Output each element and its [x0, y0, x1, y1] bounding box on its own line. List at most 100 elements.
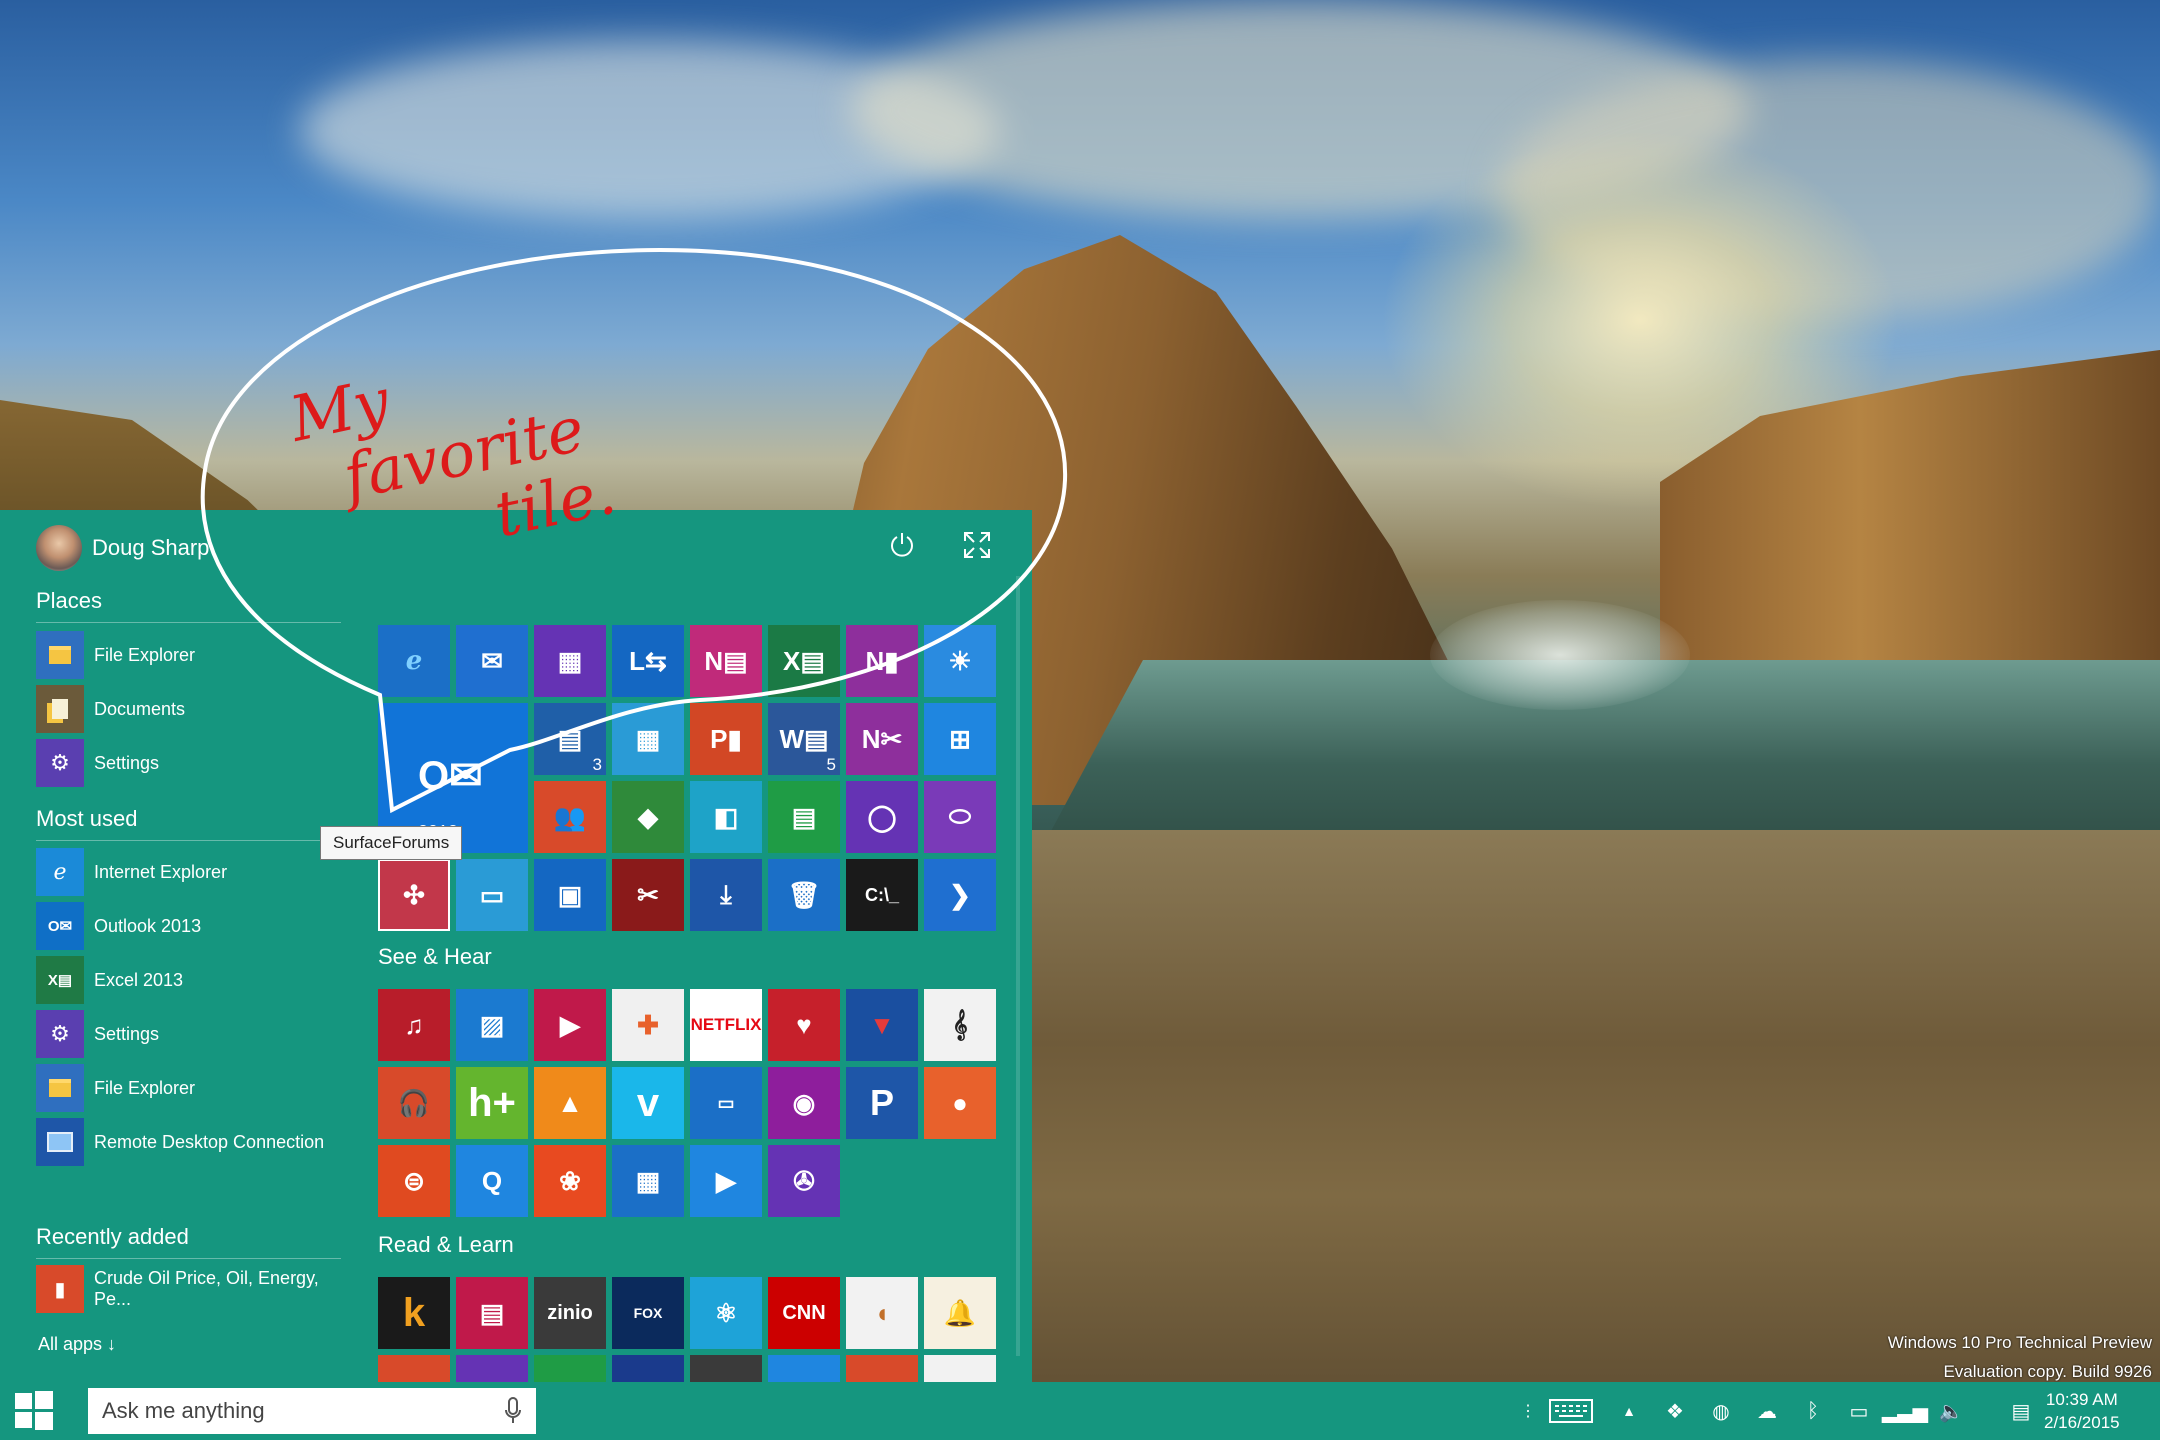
tile-spinner[interactable]: ⊜	[378, 1145, 450, 1217]
tile-onenote-clip[interactable]: N✂	[846, 703, 918, 775]
most-used-item-settings[interactable]: ⚙ Settings	[36, 1007, 346, 1061]
tile-paint[interactable]: ◧	[690, 781, 762, 853]
tile-lync[interactable]: L⇆	[612, 625, 684, 697]
touch-keyboard-button[interactable]	[1536, 1382, 1606, 1440]
places-item-documents[interactable]: Documents	[36, 682, 346, 736]
search-input[interactable]	[100, 1397, 484, 1425]
tile-news[interactable]: ▤	[456, 1277, 528, 1349]
start-menu-scrollbar[interactable]	[1016, 576, 1020, 1356]
tile-quicktime[interactable]: Q	[456, 1145, 528, 1217]
tile-plex[interactable]: P	[846, 1067, 918, 1139]
tile-maps[interactable]: ◆	[612, 781, 684, 853]
tile-word[interactable]: W▤ 5	[768, 703, 840, 775]
tile-command-prompt[interactable]: C:\_	[846, 859, 918, 931]
tile-row-tile[interactable]	[690, 1355, 762, 1382]
tile-recycle-bin[interactable]: 🗑	[768, 859, 840, 931]
places-item-file-explorer[interactable]: File Explorer	[36, 628, 346, 682]
tile-camera[interactable]: ◉	[768, 1067, 840, 1139]
all-apps-button[interactable]: All apps ↓	[38, 1334, 116, 1355]
tile-zinio[interactable]: zinio	[534, 1277, 606, 1349]
tray-app-cloud-sync[interactable]: ☁	[1744, 1382, 1790, 1440]
tile-tunein[interactable]: ✚	[612, 989, 684, 1061]
tile-row-tile[interactable]	[768, 1355, 840, 1382]
tile-hplus[interactable]: h+	[456, 1067, 528, 1139]
tile-row-tile[interactable]	[612, 1355, 684, 1382]
tile-popcorn[interactable]: ▼	[846, 989, 918, 1061]
list-item-label: Crude Oil Price, Oil, Energy, Pe...	[94, 1268, 319, 1309]
action-center-button[interactable]: ▤	[1998, 1382, 2044, 1440]
clock[interactable]: 10:39 AM 2/16/2015	[2044, 1388, 2120, 1434]
tile-cortana[interactable]: ◯	[846, 781, 918, 853]
tile-people[interactable]: 👥	[534, 781, 606, 853]
places-item-settings[interactable]: ⚙ Settings	[36, 736, 346, 790]
tile-remote-desktop[interactable]: ▣	[534, 859, 606, 931]
tile-row-tile[interactable]	[924, 1355, 996, 1382]
tile-film-reel[interactable]: ✇	[768, 1145, 840, 1217]
most-used-item-excel[interactable]: X▤ Excel 2013	[36, 953, 346, 1007]
tile-row-tile[interactable]	[534, 1355, 606, 1382]
tile-paw[interactable]: ❀	[534, 1145, 606, 1217]
tile-onenote[interactable]: N▤	[690, 625, 762, 697]
power-button[interactable]	[885, 528, 919, 562]
tile-vimeo[interactable]: v	[612, 1067, 684, 1139]
most-used-item-file-explorer[interactable]: File Explorer	[36, 1061, 346, 1115]
recently-added-list: ▮ Crude Oil Price, Oil, Energy, Pe...	[36, 1262, 346, 1316]
tile-surface-forums[interactable]: ✣	[378, 859, 450, 931]
tray-bluetooth[interactable]: ᛒ	[1790, 1382, 1836, 1440]
tile-vinyl[interactable]: ●	[924, 1067, 996, 1139]
tile-onenote-2[interactable]: N▮	[846, 625, 918, 697]
tile-oval[interactable]: ⬭	[924, 781, 996, 853]
tile-vlc[interactable]: ▲	[534, 1067, 606, 1139]
start-button[interactable]	[0, 1382, 68, 1440]
tile-liberty-bell[interactable]: 🔔	[924, 1277, 996, 1349]
tile-video-player[interactable]: ▶	[690, 1145, 762, 1217]
tile-powerpoint[interactable]: P▮	[690, 703, 762, 775]
tile-downloads[interactable]: ⤓	[690, 859, 762, 931]
tile-row-tile[interactable]	[846, 1355, 918, 1382]
expand-start-button[interactable]	[960, 528, 994, 562]
tray-app-dropbox[interactable]: ❖	[1652, 1382, 1698, 1440]
q-icon: Q	[481, 1165, 503, 1196]
tile-cnn[interactable]: CNN	[768, 1277, 840, 1349]
tile-windows[interactable]: ⊞	[924, 703, 996, 775]
calendar-icon: ▦	[557, 645, 583, 676]
tile-snipping-tool[interactable]: ✂	[612, 859, 684, 931]
tile-bread[interactable]: ◖	[846, 1277, 918, 1349]
tile-headphones[interactable]: 🎧	[378, 1067, 450, 1139]
tile-documents[interactable]: ▤	[768, 781, 840, 853]
tile-powershell[interactable]: ❯	[924, 859, 996, 931]
tile-atom[interactable]: ⚛	[690, 1277, 762, 1349]
recently-added-item[interactable]: ▮ Crude Oil Price, Oil, Energy, Pe...	[36, 1262, 346, 1316]
microphone-icon[interactable]	[504, 1397, 522, 1425]
tile-music[interactable]: ♫	[378, 989, 450, 1061]
tile-weather[interactable]: ☀	[924, 625, 996, 697]
most-used-item-internet-explorer[interactable]: e Internet Explorer	[36, 845, 346, 899]
tray-battery[interactable]: ▭	[1836, 1382, 1882, 1440]
tile-sheet-music[interactable]: 𝄞	[924, 989, 996, 1061]
terminal-icon: C:\_	[864, 884, 899, 905]
tile-video[interactable]: ▶	[534, 989, 606, 1061]
tile-excel[interactable]: X▤	[768, 625, 840, 697]
excel-icon: X▤	[36, 956, 84, 1004]
most-used-item-outlook[interactable]: O✉ Outlook 2013	[36, 899, 346, 953]
tray-app-globe[interactable]: ◍	[1698, 1382, 1744, 1440]
tray-network[interactable]: ▂▃▅	[1882, 1382, 1928, 1440]
tile-file-explorer[interactable]: ▭	[456, 859, 528, 931]
tile-youtube[interactable]: ▭	[690, 1067, 762, 1139]
bell-icon: 🔔	[943, 1297, 977, 1328]
search-box[interactable]	[88, 1388, 536, 1434]
tray-volume[interactable]: 🔈	[1928, 1382, 1974, 1440]
tile-row-tile[interactable]	[456, 1355, 528, 1382]
tile-photos[interactable]: ▨	[456, 989, 528, 1061]
tile-row-tile[interactable]	[378, 1355, 450, 1382]
most-used-item-remote-desktop[interactable]: Remote Desktop Connection	[36, 1115, 346, 1169]
tile-calculator[interactable]: ▦	[612, 703, 684, 775]
tile-fox-news[interactable]: FOX	[612, 1277, 684, 1349]
tile-calculator-2[interactable]: ▦	[612, 1145, 684, 1217]
tile-netflix[interactable]: NETFLIX	[690, 989, 762, 1061]
tile-kindle[interactable]: k	[378, 1277, 450, 1349]
tile-iheartradio[interactable]: ♥	[768, 989, 840, 1061]
tile-store-apps[interactable]: ▤ 3	[534, 703, 606, 775]
user-account-button[interactable]: Doug Sharp	[36, 524, 209, 572]
show-hidden-icons-button[interactable]: ▲	[1606, 1382, 1652, 1440]
